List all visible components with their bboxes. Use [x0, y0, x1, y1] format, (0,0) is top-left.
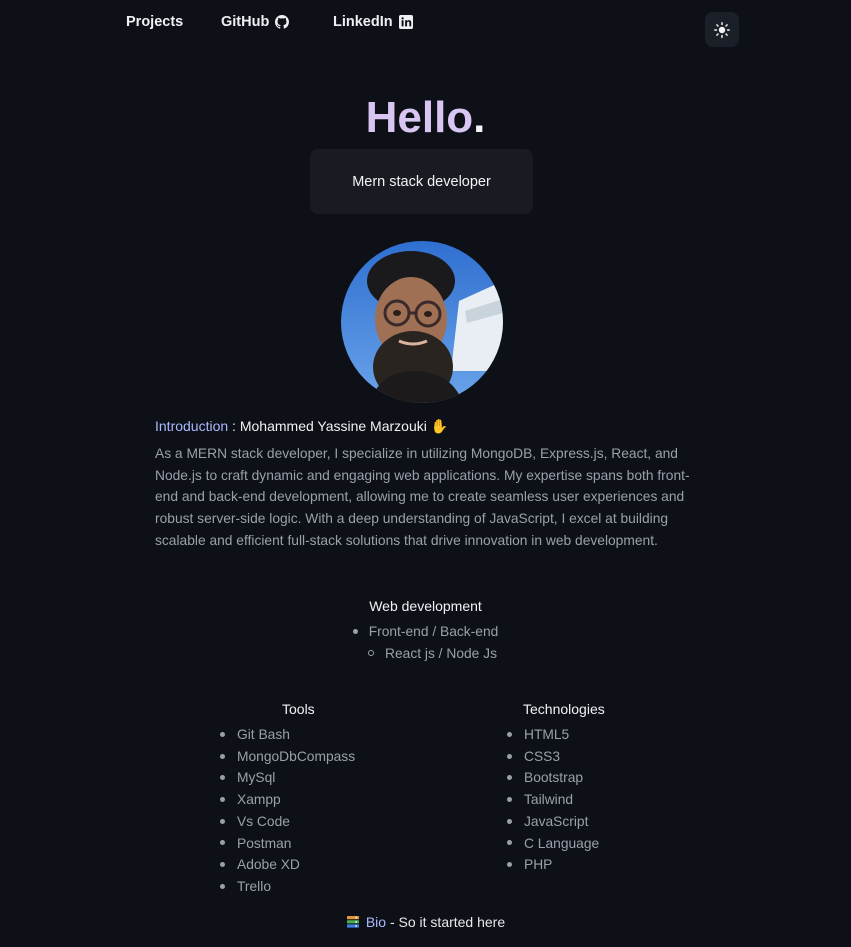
- role-text: Mern stack developer: [352, 173, 491, 190]
- tools-title: Tools: [282, 701, 315, 717]
- top-nav: Projects GitHub LinkedIn: [0, 0, 851, 56]
- bio-text: - So it started here: [386, 914, 506, 930]
- list-item: PHP: [507, 854, 605, 876]
- web-development-list: Front-end / Back-end React js / Node Js: [0, 621, 851, 664]
- bullet-icon: [220, 818, 225, 824]
- technologies-title: Technologies: [523, 701, 605, 717]
- bio-line: Bio - So it started here: [0, 914, 851, 930]
- list-item: MongoDbCompass: [220, 746, 355, 768]
- nav-projects-link[interactable]: Projects: [126, 14, 183, 30]
- bullet-icon: [352, 628, 358, 634]
- bullet-icon: [507, 862, 512, 868]
- intro-separator: :: [228, 418, 240, 434]
- bullet-icon: [507, 840, 512, 846]
- bullet-icon: [220, 796, 225, 802]
- list-item: JavaScript: [507, 811, 605, 833]
- list-item: HTML5: [507, 724, 605, 746]
- avatar-photo: [341, 241, 503, 403]
- bullet-icon: [220, 753, 225, 759]
- intro-heading: Introduction : Mohammed Yassine Marzouki…: [155, 418, 448, 435]
- hero-title-dot: .: [473, 93, 486, 142]
- list-item: Vs Code: [220, 811, 355, 833]
- list-item: Xampp: [220, 789, 355, 811]
- bullet-icon: [507, 731, 512, 737]
- bullet-icon: [507, 775, 512, 781]
- list-item: MySql: [220, 767, 355, 789]
- role-card: Mern stack developer: [310, 149, 533, 214]
- wave-hand-emoji: ✋: [430, 418, 449, 434]
- nav-linkedin-link[interactable]: LinkedIn: [333, 14, 413, 30]
- list-item: Front-end / Back-end: [0, 621, 851, 643]
- bullet-icon: [220, 775, 225, 781]
- web-development-section: Web development Front-end / Back-end Rea…: [0, 598, 851, 664]
- intro-label: Introduction: [155, 418, 229, 434]
- avatar: [341, 241, 503, 403]
- linkedin-icon: [398, 15, 413, 29]
- bullet-icon: [220, 883, 225, 889]
- technologies-section: Technologies HTML5 CSS3 Bootstrap Tailwi…: [507, 701, 605, 876]
- bullet-icon: [507, 753, 512, 759]
- bio-link[interactable]: Bio: [366, 914, 386, 930]
- sun-icon: [714, 21, 730, 38]
- tools-list: Git Bash MongoDbCompass MySql Xampp Vs C…: [220, 724, 355, 898]
- nav-github-label: GitHub: [221, 14, 270, 30]
- web-development-title: Web development: [369, 598, 482, 614]
- list-item: C Language: [507, 833, 605, 855]
- bullet-icon: [507, 796, 512, 802]
- bullet-icon: [220, 840, 225, 846]
- list-item: Postman: [220, 833, 355, 855]
- books-icon: [346, 916, 359, 928]
- bullet-icon: [220, 862, 225, 868]
- github-icon: [275, 15, 290, 29]
- list-item: CSS3: [507, 746, 605, 768]
- tools-section: Tools Git Bash MongoDbCompass MySql Xamp…: [220, 701, 355, 898]
- list-item: Bootstrap: [507, 767, 605, 789]
- technologies-list: HTML5 CSS3 Bootstrap Tailwind JavaScript…: [507, 724, 605, 876]
- intro-name: Mohammed Yassine Marzouki: [239, 418, 427, 434]
- bullet-icon: [220, 731, 225, 737]
- hero-title-word: Hello: [365, 93, 474, 142]
- list-item: Adobe XD: [220, 854, 355, 876]
- list-item: React js / Node Js: [0, 643, 851, 665]
- theme-toggle-button[interactable]: [705, 12, 739, 47]
- nav-github-link[interactable]: GitHub: [221, 14, 290, 30]
- nav-linkedin-label: LinkedIn: [333, 14, 393, 30]
- nav-projects-label: Projects: [126, 14, 184, 30]
- intro-paragraph: As a MERN stack developer, I specialize …: [155, 446, 690, 548]
- bullet-icon: [368, 649, 375, 656]
- list-item: Git Bash: [220, 724, 355, 746]
- list-item: Trello: [220, 876, 355, 898]
- hero-title: Hello.: [0, 92, 851, 144]
- bullet-icon: [507, 818, 512, 824]
- list-item: Tailwind: [507, 789, 605, 811]
